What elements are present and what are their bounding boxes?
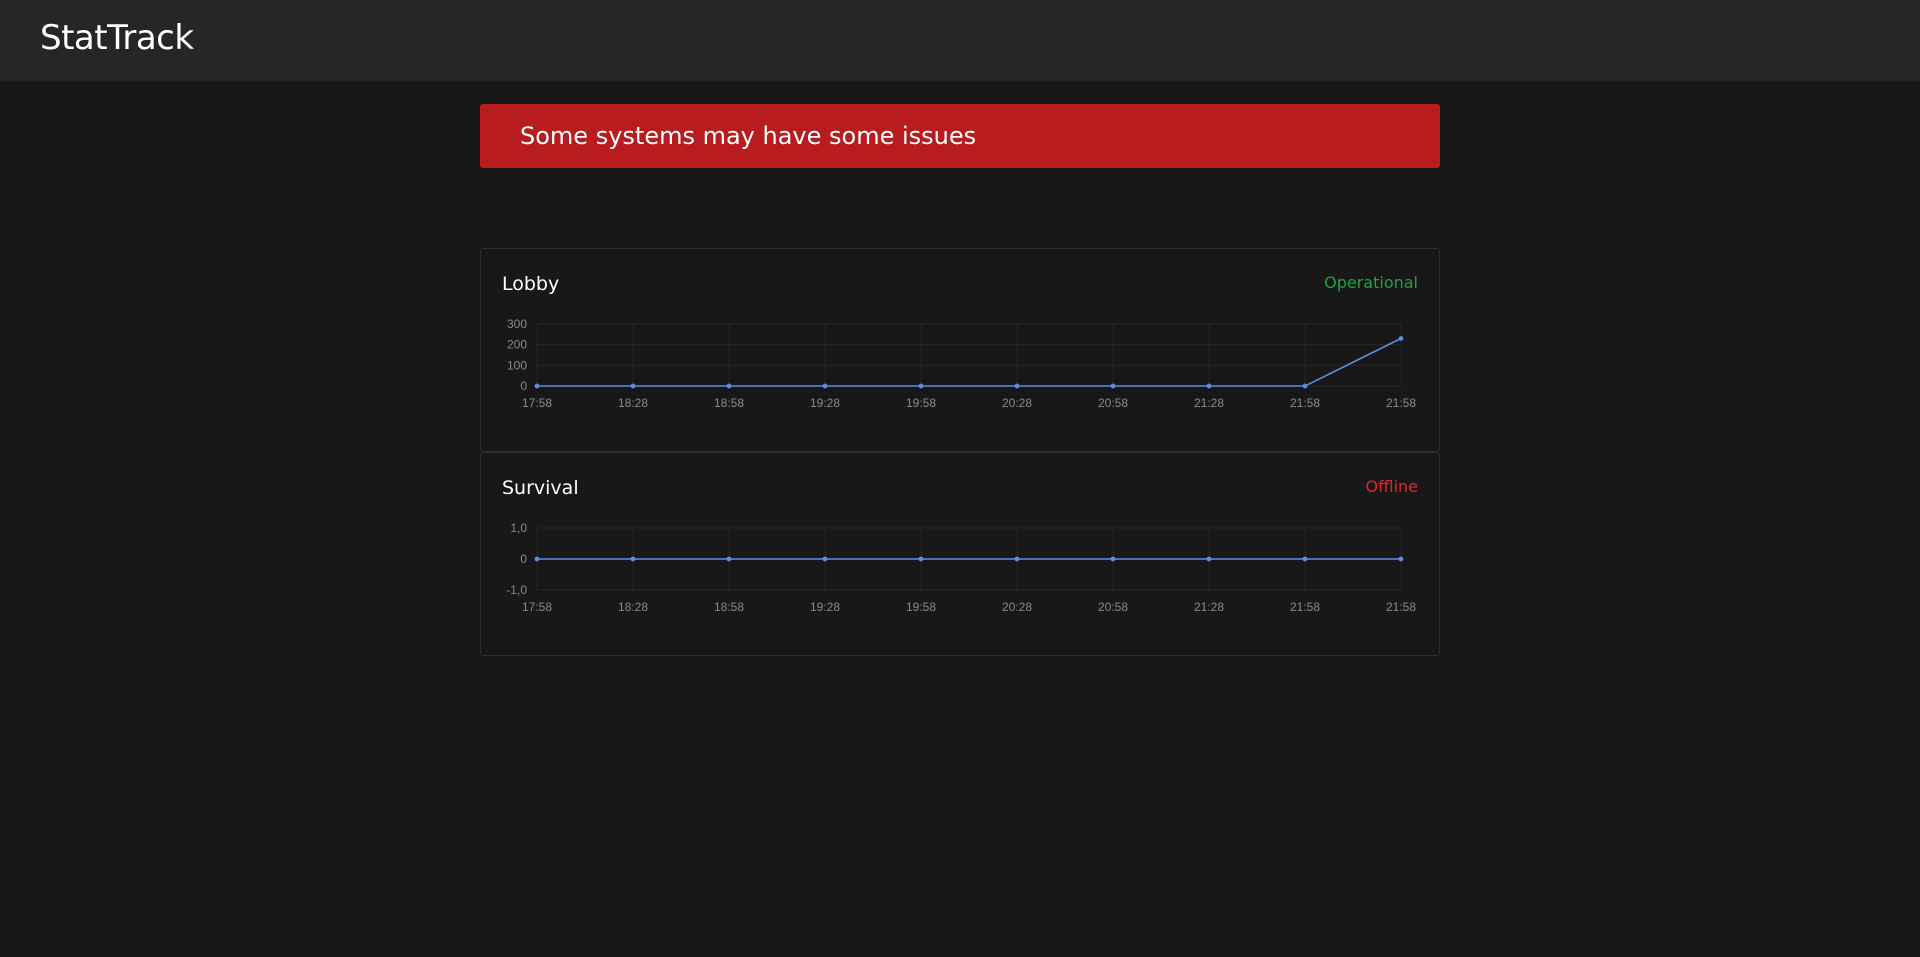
x-tick-label: 21:58 — [1386, 396, 1416, 410]
data-point — [822, 383, 828, 389]
x-tick-label: 19:58 — [906, 396, 936, 410]
y-tick-label: 1,0 — [510, 521, 527, 535]
x-tick-label: 19:58 — [906, 600, 936, 614]
x-tick-label: 17:58 — [522, 396, 552, 410]
x-tick-label: 21:28 — [1194, 600, 1224, 614]
server-status-badge: Offline — [1365, 477, 1419, 496]
x-tick-label: 18:28 — [618, 396, 648, 410]
x-tick-label: 17:58 — [522, 600, 552, 614]
status-alert-banner: Some systems may have some issues — [480, 104, 1440, 168]
player-chart-lobby: 0 100 200 300 17:58 18:28 18:58 19:28 19:58 20:28… — [507, 317, 1416, 410]
data-point — [1014, 383, 1020, 389]
app-title[interactable]: StatTrack — [40, 18, 194, 58]
server-card-survival: -1,0 0 1,0 17:58 18:28 18:58 19:28 19:58 20:28 20… — [480, 452, 1440, 656]
data-point — [1302, 383, 1308, 389]
y-tick-label: 200 — [507, 338, 527, 352]
data-point — [726, 556, 732, 562]
data-point — [534, 383, 540, 389]
data-point — [630, 556, 636, 562]
data-point — [630, 383, 636, 389]
data-point — [918, 556, 924, 562]
server-name: Survival — [502, 477, 579, 499]
x-tick-label: 20:58 — [1098, 396, 1128, 410]
y-tick-label: -1,0 — [506, 583, 527, 597]
y-tick-label: 0 — [520, 552, 527, 566]
y-tick-label: 100 — [507, 358, 527, 372]
x-tick-label: 20:58 — [1098, 600, 1128, 614]
data-point — [1302, 556, 1308, 562]
x-tick-label: 19:28 — [810, 396, 840, 410]
data-point — [1014, 556, 1020, 562]
server-card-lobby: 0 100 200 300 17:58 18:28 18:58 19:28 19:58 20:28… — [480, 248, 1440, 452]
x-tick-label: 19:28 — [810, 600, 840, 614]
x-tick-label: 21:58 — [1290, 600, 1320, 614]
data-point — [726, 383, 732, 389]
alert-message: Some systems may have some issues — [520, 122, 977, 150]
data-point — [1110, 383, 1116, 389]
x-tick-label: 21:58 — [1386, 600, 1416, 614]
data-point — [1398, 556, 1404, 562]
series-line — [537, 337, 1402, 387]
app-header: StatTrack — [0, 0, 1920, 80]
data-point — [918, 383, 924, 389]
server-status-badge: Operational — [1324, 273, 1418, 292]
x-tick-label: 18:58 — [714, 396, 744, 410]
data-point — [1110, 556, 1116, 562]
data-point — [534, 556, 540, 562]
server-name: Lobby — [502, 273, 560, 295]
y-tick-label: 300 — [507, 317, 527, 331]
x-tick-label: 20:28 — [1002, 396, 1032, 410]
data-point — [1206, 556, 1212, 562]
x-tick-label: 18:28 — [618, 600, 648, 614]
x-tick-label: 21:28 — [1194, 396, 1224, 410]
y-tick-label: 0 — [520, 379, 527, 393]
data-point — [1398, 336, 1404, 341]
x-tick-label: 20:28 — [1002, 600, 1032, 614]
x-tick-label: 21:58 — [1290, 396, 1320, 410]
x-tick-label: 18:58 — [714, 600, 744, 614]
player-chart-survival: -1,0 0 1,0 17:58 18:28 18:58 19:28 19:58 20:28 20… — [506, 521, 1416, 614]
data-point — [1206, 383, 1212, 389]
data-point — [822, 556, 828, 562]
